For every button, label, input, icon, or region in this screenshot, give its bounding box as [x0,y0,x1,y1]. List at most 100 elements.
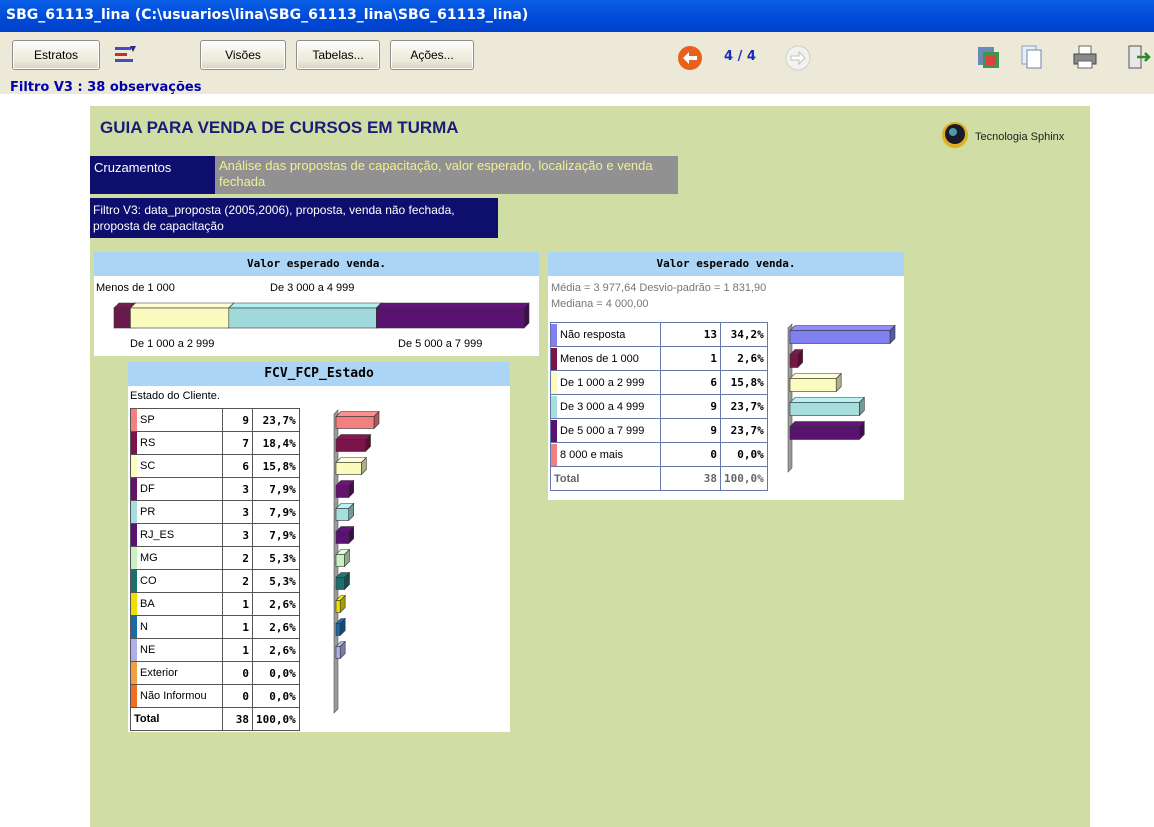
window-title: SBG_61113_lina (C:\usuarios\lina\SBG_611… [6,7,529,23]
estado-row-percent: 7,9% [252,477,300,501]
valor-total-percent: 100,0% [720,466,768,491]
valor-row-count: 9 [660,394,721,419]
valor-table-title: Valor esperado venda. [548,252,904,276]
report-page: GUIA PARA VENDA DE CURSOS EM TURMA Tecno… [90,106,1090,827]
estado-row-label: N [130,615,223,639]
estado-row-count: 3 [222,477,253,501]
estado-row-count: 2 [222,546,253,570]
valor-row: De 5 000 a 7 999 9 23,7% [550,418,768,443]
estado-row-percent: 7,9% [252,500,300,524]
estado-row-count: 7 [222,431,253,455]
visoes-button[interactable]: Visões [200,40,286,70]
window-title-bar: SBG_61113_lina (C:\usuarios\lina\SBG_611… [0,0,1154,32]
color-swatch [131,616,137,638]
report-title: GUIA PARA VENDA DE CURSOS EM TURMA [100,118,459,137]
valor-stacked-bar-panel: Valor esperado venda. Menos de 1 000 De … [94,252,539,356]
estado-title: FCV_FCP_Estado [128,362,510,386]
cruzamentos-label: Cruzamentos [90,156,215,194]
estado-row-percent: 0,0% [252,684,300,708]
valor-row-label: De 3 000 a 4 999 [550,394,661,419]
estado-subtitle: Estado do Cliente. [130,390,220,402]
color-swatch [131,593,137,615]
estado-row-count: 1 [222,638,253,662]
stacked-label-bottom-1: De 1 000 a 2 999 [130,338,215,350]
toolbar: Estratos Visões Tabelas... Ações... 4 / … [0,32,1154,95]
estado-row-label: SP [130,408,223,432]
estado-row-count: 3 [222,523,253,547]
color-swatch [131,478,137,500]
color-swatch [551,419,557,442]
previous-page-icon[interactable] [676,44,704,72]
valor-row-label: Menos de 1 000 [550,346,661,371]
valor-row-label: Não resposta [550,322,661,347]
valor-row-label: De 1 000 a 2 999 [550,370,661,395]
valor-axis [787,323,793,473]
estado-panel: FCV_FCP_Estado Estado do Cliente. SP 9 23,… [128,362,510,732]
color-swatch [551,443,557,466]
estado-row-percent: 2,6% [252,592,300,616]
estado-row-count: 2 [222,569,253,593]
valor-total-row: Total 38 100,0% [550,466,768,491]
estado-total-label: Total [130,707,223,731]
estado-bar [335,502,355,522]
estado-row-percent: 7,9% [252,523,300,547]
valor-bar [789,420,866,441]
estado-row-count: 0 [222,661,253,685]
color-swatch [551,323,557,346]
valor-row-count: 6 [660,370,721,395]
color-swatch [131,685,137,707]
estratos-button[interactable]: Estratos [12,40,100,70]
estado-row: NE 1 2,6% [130,638,300,662]
stacked-segment [228,302,383,329]
estado-row: Não Informou 0 0,0% [130,684,300,708]
estado-row-label: Não Informou [130,684,223,708]
estado-row-count: 3 [222,500,253,524]
valor-row: De 3 000 a 4 999 9 23,7% [550,394,768,419]
valor-row-count: 1 [660,346,721,371]
logo-text: Tecnologia Sphinx [975,131,1065,143]
valor-row-count: 0 [660,442,721,467]
estado-row-percent: 5,3% [252,546,300,570]
estado-row-percent: 18,4% [252,431,300,455]
color-swatch [131,455,137,477]
strata-settings-icon[interactable] [110,42,140,70]
copy-icon[interactable] [1016,42,1046,72]
color-swatch [131,639,137,661]
valor-table: Não resposta 13 34,2% Menos de 1 000 1 2,6% De… [550,322,768,491]
print-icon[interactable] [1070,42,1100,72]
report-viewport: GUIA PARA VENDA DE CURSOS EM TURMA Tecno… [0,94,1154,827]
next-page-icon[interactable] [784,44,812,72]
estado-row: MG 2 5,3% [130,546,300,570]
color-swatch [131,432,137,454]
valor-stats-line-2: Mediana = 4 000,00 [551,298,649,310]
color-swatch [551,347,557,370]
valor-bar-chart [787,323,896,473]
tabelas-button[interactable]: Tabelas... [296,40,380,70]
valor-row-percent: 0,0% [720,442,768,467]
valor-row-percent: 15,8% [720,370,768,395]
estado-bar [335,479,355,499]
estado-row-percent: 5,3% [252,569,300,593]
color-swatch [551,371,557,394]
cruzamentos-description: Análise das propostas de capacitação, va… [215,156,678,194]
valor-row-label: De 5 000 a 7 999 [550,418,661,443]
estado-row: RS 7 18,4% [130,431,300,455]
estado-row-label: RJ_ES [130,523,223,547]
acoes-button[interactable]: Ações... [390,40,474,70]
color-swatch [131,524,137,546]
estado-bar [335,525,355,545]
stacked-label-top-2: De 3 000 a 4 999 [270,282,355,294]
estado-row: CO 2 5,3% [130,569,300,593]
exit-icon[interactable] [1122,42,1152,72]
estado-row: N 1 2,6% [130,615,300,639]
color-swatch [131,501,137,523]
valor-row-count: 13 [660,322,721,347]
filter-description: Filtro V3: data_proposta (2005,2006), pr… [90,198,498,238]
export-image-icon[interactable] [974,42,1004,72]
page-counter: 4 / 4 [724,49,756,64]
valor-row: 8 000 e mais 0 0,0% [550,442,768,467]
estado-row-percent: 2,6% [252,638,300,662]
estado-row-label: CO [130,569,223,593]
estado-row-label: PR [130,500,223,524]
valor-bar [789,348,804,369]
